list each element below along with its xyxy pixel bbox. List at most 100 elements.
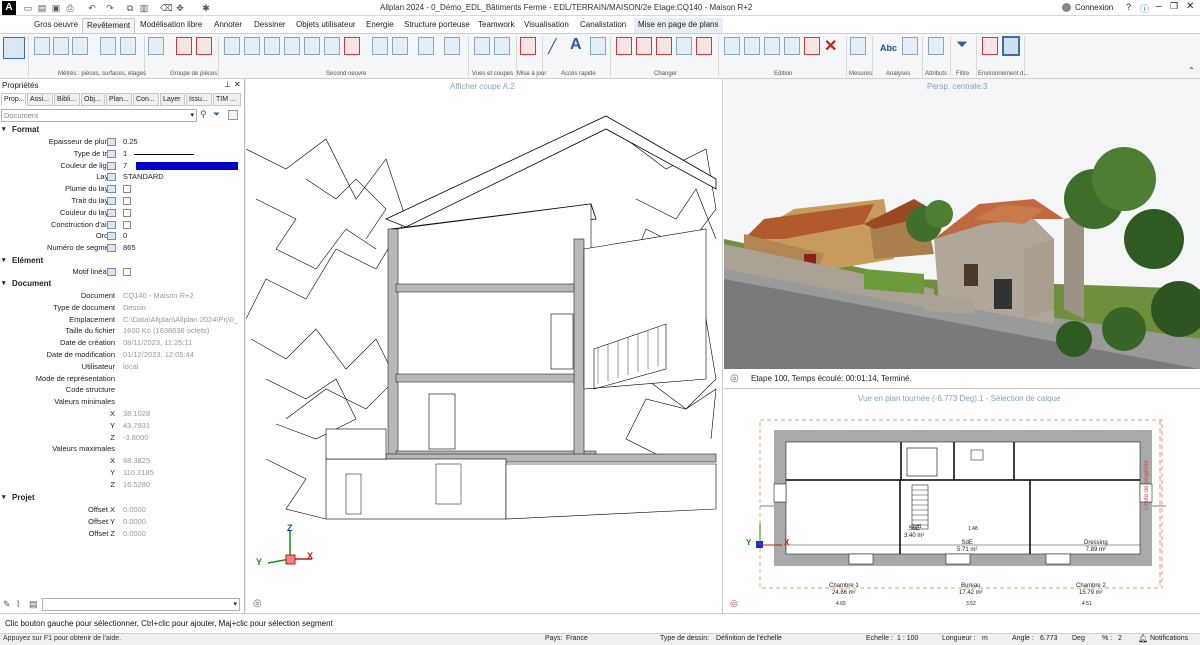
- document-row[interactable]: Valeurs maximales: [0, 443, 244, 455]
- room-group-icon[interactable]: [148, 37, 164, 55]
- update-icon[interactable]: [520, 37, 536, 55]
- tab-layer[interactable]: Layer: [160, 93, 185, 106]
- save-icon[interactable]: ▣: [50, 2, 62, 14]
- redo-icon[interactable]: ↷: [104, 2, 116, 14]
- type-value[interactable]: Définition de l'échelle: [716, 635, 782, 642]
- document-row[interactable]: X 38.1028: [0, 408, 244, 420]
- cut-view-icon[interactable]: [494, 37, 510, 55]
- delete-icon[interactable]: ✕: [824, 36, 837, 56]
- section-document[interactable]: ▾ Document: [0, 278, 244, 290]
- panel-close-icon[interactable]: ✕: [234, 80, 241, 89]
- command-dropdown-icon[interactable]: ▾: [233, 600, 237, 608]
- format-row[interactable]: Ordre 0: [0, 230, 244, 242]
- open-icon[interactable]: ▤: [36, 2, 48, 14]
- filter-properties-icon[interactable]: ⏷: [213, 109, 220, 120]
- document-row[interactable]: Valeurs minimales: [0, 396, 244, 408]
- new-icon[interactable]: ▭: [22, 2, 34, 14]
- copy-icon[interactable]: ⧉: [124, 2, 136, 14]
- document-row[interactable]: Code structure: [0, 384, 244, 396]
- longueur-value[interactable]: m: [982, 635, 988, 642]
- tab-dessiner[interactable]: Dessiner: [250, 18, 290, 33]
- format-row[interactable]: Plume du layer: [0, 183, 244, 195]
- finish-icon-1[interactable]: [224, 37, 240, 55]
- document-row[interactable]: Emplacement C:\Data\Allplan\Allplan 2024\…: [0, 314, 244, 326]
- folder-icon[interactable]: ▤: [29, 599, 38, 610]
- panel-pin-icon[interactable]: ⊥: [224, 80, 231, 89]
- element-row[interactable]: Motif linéaire: [0, 266, 244, 278]
- format-row[interactable]: Numéro de segment 865: [0, 242, 244, 254]
- section-icon-2[interactable]: [392, 37, 408, 55]
- palette-icon[interactable]: [3, 37, 25, 59]
- account-link[interactable]: Connexion: [1075, 3, 1113, 12]
- document-selector[interactable]: Document ▾: [1, 109, 197, 122]
- filter-icon[interactable]: ⏷: [956, 36, 968, 53]
- attributes-icon[interactable]: [928, 37, 944, 55]
- ribbon-collapse-icon[interactable]: ⌃: [1188, 66, 1195, 75]
- quick-access-icon[interactable]: [590, 37, 606, 55]
- apply-icon[interactable]: [228, 110, 238, 120]
- tab-visualisation[interactable]: Visualisation: [520, 18, 573, 33]
- restore-button[interactable]: ❐: [1170, 1, 1178, 12]
- finish-icon-3[interactable]: [264, 37, 280, 55]
- angle-value[interactable]: 6.773: [1040, 635, 1058, 642]
- document-row[interactable]: Y 110.2185: [0, 467, 244, 479]
- tab-connexions[interactable]: Con...: [133, 93, 159, 106]
- abc-icon[interactable]: Abc: [880, 43, 897, 53]
- analyses-icon[interactable]: [902, 37, 918, 55]
- line-color-swatch[interactable]: [136, 161, 238, 170]
- projet-row[interactable]: Offset Y 0.0000: [0, 516, 244, 528]
- tab-bibliotheque[interactable]: Bibli...: [54, 93, 80, 106]
- section-viewport[interactable]: Afficher coupe A:2 Z Y X ◎: [246, 79, 723, 613]
- area-update-icon[interactable]: [120, 37, 136, 55]
- property-checkbox[interactable]: [123, 185, 131, 194]
- room-icon[interactable]: [34, 37, 50, 55]
- eraser-icon[interactable]: ⌫: [160, 2, 173, 14]
- document-row[interactable]: Type de document Dessin: [0, 302, 244, 314]
- angle-unit[interactable]: Deg: [1072, 635, 1085, 642]
- tab-proprietes[interactable]: Prop...: [1, 93, 26, 106]
- property-checkbox[interactable]: [123, 197, 131, 205]
- text-icon[interactable]: A: [570, 36, 582, 54]
- tab-annoter[interactable]: Annoter: [210, 18, 246, 33]
- stretch-icon[interactable]: [804, 37, 820, 55]
- pct-value[interactable]: 2: [1118, 635, 1122, 642]
- echelle-value[interactable]: 1 : 100: [897, 635, 918, 642]
- tab-teamwork[interactable]: Teamwork: [474, 18, 518, 33]
- tab-issues[interactable]: Issu...: [186, 93, 212, 106]
- tools-icon[interactable]: ✱: [200, 2, 212, 14]
- finish-icon-6[interactable]: [324, 37, 340, 55]
- change-icon-3[interactable]: [656, 37, 672, 55]
- pen-icon[interactable]: ✎: [3, 599, 11, 610]
- section-icon-3[interactable]: [418, 37, 434, 55]
- tab-modelisation-libre[interactable]: Modélisation libre: [136, 18, 206, 33]
- tab-structure-porteuse[interactable]: Structure porteuse: [400, 18, 474, 33]
- measure-icon[interactable]: [850, 37, 866, 55]
- app-logo[interactable]: A: [2, 1, 16, 15]
- format-row[interactable]: Epaisseur de plume 0.25: [0, 136, 244, 148]
- tab-gros-oeuvre[interactable]: Gros oeuvre: [30, 18, 82, 33]
- format-row[interactable]: Trait du layer: [0, 195, 244, 207]
- document-row[interactable]: Z -3.8000: [0, 432, 244, 444]
- render-nav-icon[interactable]: ◎: [730, 373, 739, 384]
- change-icon-5[interactable]: [696, 37, 712, 55]
- floor-icon[interactable]: [53, 37, 69, 55]
- mirror-icon[interactable]: [744, 37, 760, 55]
- section-icon-4[interactable]: [444, 37, 460, 55]
- projet-row[interactable]: Offset Z 0.0000: [0, 528, 244, 540]
- tab-objets-utilisateur[interactable]: Objets utilisateur: [292, 18, 360, 33]
- section-format[interactable]: ▾ Format: [0, 124, 244, 136]
- tab-plans[interactable]: Plan...: [106, 93, 132, 106]
- perspective-viewport[interactable]: Persp. centrale:3 ◎ Etape 100, Temps éco…: [724, 79, 1200, 389]
- command-input[interactable]: ▾: [42, 598, 240, 611]
- change-icon-1[interactable]: [616, 37, 632, 55]
- document-row[interactable]: Document CQ140 - Maison R+2: [0, 290, 244, 302]
- notifications-label[interactable]: Notifications: [1150, 635, 1188, 642]
- close-button[interactable]: ✕: [1186, 1, 1194, 12]
- area-edit-icon[interactable]: [100, 37, 116, 55]
- tab-tim[interactable]: TIM ...: [213, 93, 241, 106]
- move-edit-icon[interactable]: [764, 37, 780, 55]
- rotate-icon[interactable]: [784, 37, 800, 55]
- line-icon[interactable]: ╱: [548, 38, 556, 55]
- print-icon[interactable]: ⎙: [64, 2, 76, 14]
- property-checkbox[interactable]: [123, 268, 131, 276]
